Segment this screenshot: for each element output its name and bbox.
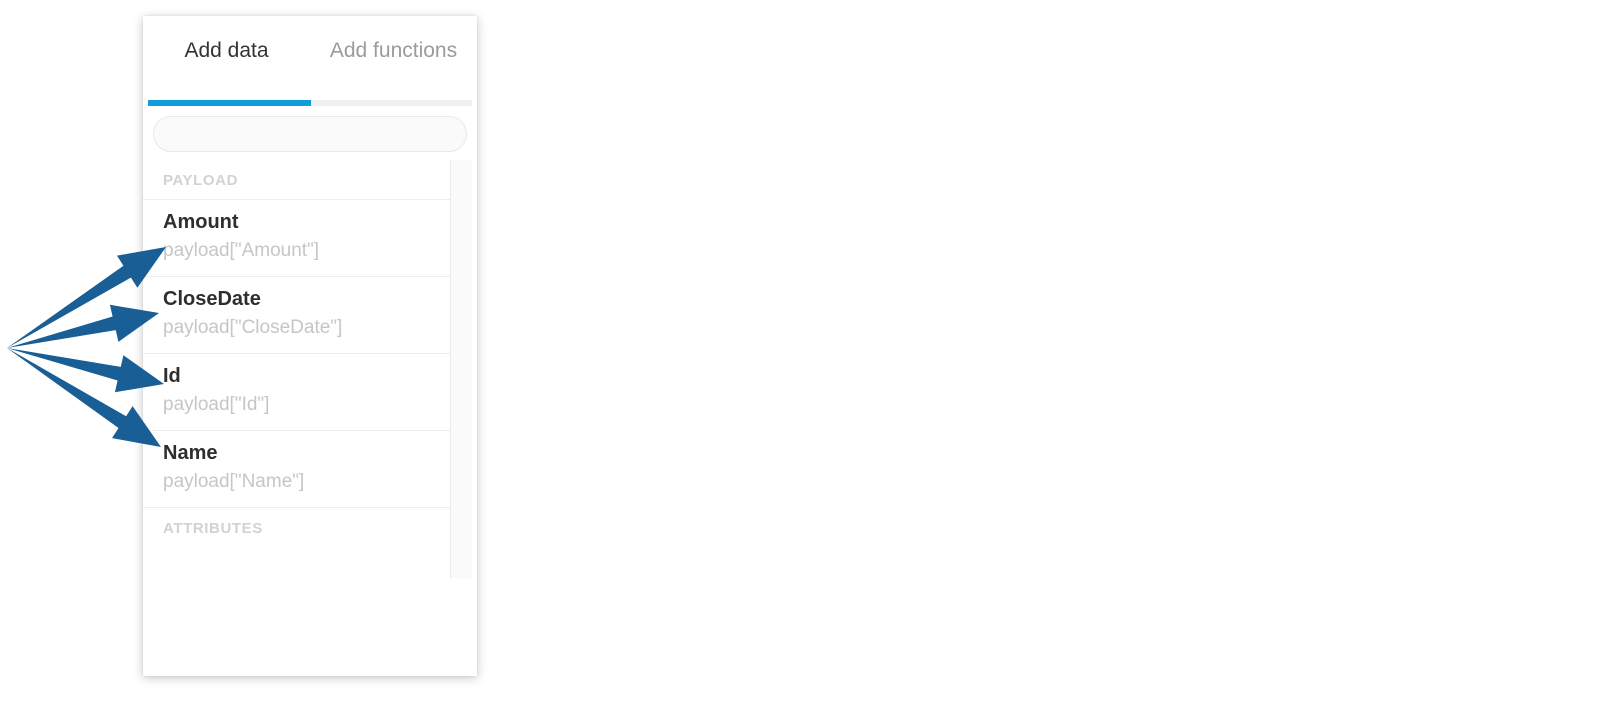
list-scrollbar-thumb[interactable]	[455, 160, 469, 470]
tab-add-data-label: Add data	[184, 39, 269, 62]
list-item-name: CloseDate	[163, 288, 261, 310]
section-header-payload: PAYLOAD	[143, 160, 450, 200]
list-item-name: Name	[163, 442, 218, 464]
list-item-name: Amount	[163, 211, 239, 233]
tab-active-indicator	[148, 100, 311, 106]
list-item[interactable]: CloseDate payload["CloseDate"]	[143, 277, 450, 354]
list-scrollbar-track[interactable]	[450, 160, 472, 578]
list-item[interactable]: Id payload["Id"]	[143, 354, 450, 431]
tab-add-functions[interactable]: Add functions	[310, 16, 477, 106]
list-item-expression: payload["CloseDate"]	[163, 317, 343, 338]
add-data-panel: Add data Add functions PAYLOAD Amount pa…	[143, 16, 477, 676]
tab-add-data[interactable]: Add data	[143, 16, 310, 106]
annotation-arrow-closedate	[7, 304, 159, 348]
panel-tab-strip: Add data Add functions	[143, 16, 477, 106]
list-item-expression: payload["Name"]	[163, 471, 305, 492]
list-item[interactable]: Amount payload["Amount"]	[143, 200, 450, 277]
list-item-expression: payload["Amount"]	[163, 240, 320, 261]
search-container	[143, 106, 477, 160]
annotation-arrow-id	[7, 348, 164, 393]
list-item[interactable]: Name payload["Name"]	[143, 431, 450, 508]
section-header-attributes: ATTRIBUTES	[143, 508, 450, 547]
panel-empty-area	[143, 578, 477, 676]
data-list: PAYLOAD Amount payload["Amount"] CloseDa…	[143, 160, 450, 547]
annotation-arrow-name	[7, 348, 161, 447]
tab-add-functions-label: Add functions	[329, 39, 458, 62]
list-item-expression: payload["Id"]	[163, 394, 270, 415]
list-item-name: Id	[163, 365, 181, 387]
search-input[interactable]	[153, 116, 467, 152]
data-list-viewport: PAYLOAD Amount payload["Amount"] CloseDa…	[143, 160, 477, 578]
